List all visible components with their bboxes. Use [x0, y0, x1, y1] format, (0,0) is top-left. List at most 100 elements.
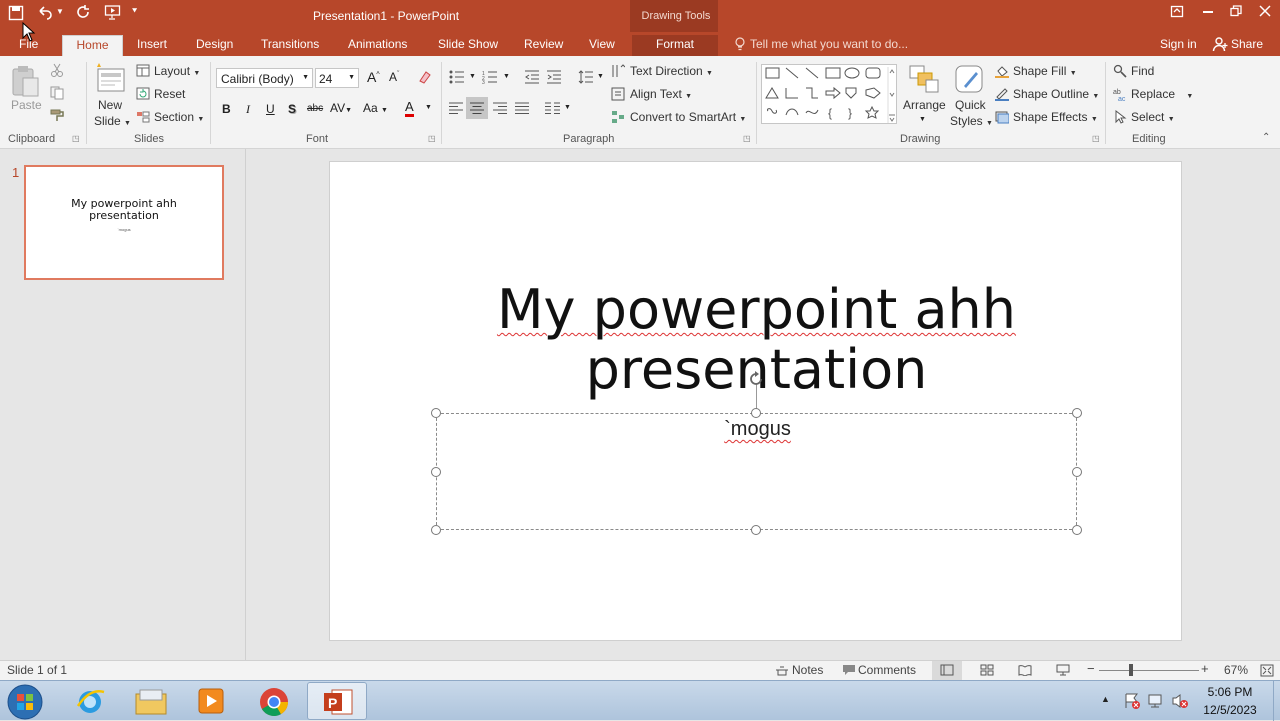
zoom-level[interactable]: 67% — [1224, 663, 1248, 677]
collapse-ribbon-icon[interactable]: ⌃ — [1262, 132, 1270, 143]
paste-button[interactable]: Paste — [11, 98, 42, 112]
bullets-icon[interactable] — [449, 70, 465, 84]
increase-indent-icon[interactable] — [546, 70, 562, 84]
text-shadow-button[interactable]: S — [288, 102, 296, 116]
copy-icon[interactable] — [50, 86, 66, 100]
columns-dropdown-icon[interactable]: ▼ — [564, 104, 571, 111]
line-spacing-dropdown-icon[interactable]: ▼ — [597, 73, 604, 80]
grow-font-icon[interactable]: A^ — [367, 69, 380, 85]
decrease-indent-icon[interactable] — [524, 70, 540, 84]
font-family-select[interactable]: Calibri (Body) ▼ — [216, 68, 313, 88]
zoom-out-button[interactable]: − — [1087, 661, 1095, 676]
show-desktop-button[interactable] — [1273, 681, 1280, 721]
resize-handle-bottom[interactable] — [751, 525, 761, 535]
arrange-button[interactable]: Arrange — [903, 98, 946, 112]
ribbon-display-options-icon[interactable] — [1170, 5, 1184, 19]
slide-show-view-icon[interactable] — [1056, 664, 1070, 676]
shape-effects-button[interactable]: Shape Effects ▼ — [1013, 110, 1098, 124]
file-explorer-icon[interactable] — [134, 686, 168, 716]
volume-muted-icon[interactable] — [1171, 692, 1189, 710]
sign-in-link[interactable]: Sign in — [1160, 37, 1197, 51]
align-right-icon[interactable] — [493, 102, 507, 114]
find-button[interactable]: Find — [1131, 64, 1154, 78]
resize-handle-top[interactable] — [751, 408, 761, 418]
resize-handle-bottom-right[interactable] — [1072, 525, 1082, 535]
slide-thumbnail[interactable]: My powerpoint ahh presentation `mogus — [24, 165, 224, 280]
new-slide-icon[interactable] — [95, 62, 127, 96]
tab-insert[interactable]: Insert — [131, 35, 173, 56]
bullets-dropdown-icon[interactable]: ▼ — [469, 73, 476, 80]
network-icon[interactable] — [1147, 692, 1165, 710]
zoom-slider[interactable] — [1099, 670, 1199, 671]
tab-view[interactable]: View — [583, 35, 621, 56]
clock-date[interactable]: 12/5/2023 — [1195, 703, 1265, 717]
align-center-button[interactable] — [466, 97, 488, 119]
columns-icon[interactable] — [545, 102, 561, 114]
resize-handle-right[interactable] — [1072, 467, 1082, 477]
font-family-dropdown-icon[interactable]: ▼ — [302, 74, 309, 81]
layout-button[interactable]: Layout ▼ — [154, 64, 200, 78]
chrome-icon[interactable] — [258, 686, 290, 718]
tab-format[interactable]: Format — [632, 35, 718, 56]
quick-styles-label-2[interactable]: Styles ▼ — [950, 114, 993, 128]
select-button[interactable]: Select ▼ — [1131, 110, 1175, 124]
quick-styles-icon[interactable] — [954, 64, 986, 94]
tab-animations[interactable]: Animations — [342, 35, 413, 56]
clipboard-launcher-icon[interactable]: ◳ — [72, 134, 80, 143]
media-player-icon[interactable] — [196, 686, 226, 716]
tab-slide-show[interactable]: Slide Show — [432, 35, 504, 56]
shrink-font-icon[interactable]: Aˇ — [389, 70, 399, 84]
align-left-icon[interactable] — [449, 102, 463, 114]
italic-button[interactable]: I — [246, 102, 250, 117]
start-button-icon[interactable] — [6, 683, 44, 721]
paste-icon[interactable] — [10, 64, 40, 98]
resize-handle-left[interactable] — [431, 467, 441, 477]
character-spacing-button[interactable]: AV▼ — [330, 101, 352, 115]
restore-button[interactable] — [1230, 5, 1242, 17]
reading-view-icon[interactable] — [1018, 664, 1032, 676]
underline-button[interactable]: U — [266, 102, 275, 116]
text-direction-button[interactable]: Text Direction ▼ — [630, 64, 713, 78]
arrange-dropdown-icon[interactable]: ▼ — [919, 116, 926, 123]
tab-design[interactable]: Design — [190, 35, 239, 56]
paragraph-launcher-icon[interactable]: ◳ — [743, 134, 751, 143]
section-button[interactable]: Section ▼ — [154, 110, 204, 124]
show-hidden-icons[interactable]: ▲ — [1101, 694, 1110, 704]
action-center-icon[interactable] — [1123, 692, 1141, 710]
align-text-button[interactable]: Align Text ▼ — [630, 87, 692, 101]
shape-fill-button[interactable]: Shape Fill ▼ — [1013, 64, 1077, 78]
subtitle-text[interactable]: `mogus — [437, 418, 1078, 441]
numbering-dropdown-icon[interactable]: ▼ — [503, 73, 510, 80]
font-launcher-icon[interactable]: ◳ — [428, 134, 436, 143]
font-size-dropdown-icon[interactable]: ▼ — [348, 74, 355, 81]
cut-icon[interactable] — [50, 63, 64, 77]
rotate-handle-icon[interactable] — [747, 370, 765, 388]
notes-button[interactable]: Notes — [792, 663, 823, 677]
subtitle-placeholder[interactable]: `mogus — [436, 413, 1077, 530]
resize-handle-top-left[interactable] — [431, 408, 441, 418]
line-spacing-icon[interactable] — [578, 70, 594, 84]
internet-explorer-icon[interactable] — [74, 686, 106, 716]
tab-transitions[interactable]: Transitions — [255, 35, 325, 56]
reset-button[interactable]: Reset — [154, 87, 185, 101]
resize-handle-top-right[interactable] — [1072, 408, 1082, 418]
new-slide-label-2[interactable]: Slide ▼ — [94, 114, 131, 128]
slide-sorter-icon[interactable] — [980, 664, 994, 676]
shapes-gallery[interactable]: {} — [761, 64, 897, 124]
bold-button[interactable]: B — [222, 102, 231, 116]
arrange-icon[interactable] — [908, 64, 940, 94]
change-case-button[interactable]: Aa ▼ — [363, 101, 388, 115]
replace-button[interactable]: Replace ▼ — [1131, 87, 1193, 101]
share-button[interactable]: Share — [1231, 37, 1263, 51]
justify-icon[interactable] — [515, 102, 529, 114]
drawing-launcher-icon[interactable]: ◳ — [1092, 134, 1100, 143]
resize-handle-bottom-left[interactable] — [431, 525, 441, 535]
quick-styles-label-1[interactable]: Quick — [955, 98, 986, 112]
clear-formatting-icon[interactable] — [417, 69, 433, 85]
clock-time[interactable]: 5:06 PM — [1195, 685, 1265, 699]
slide[interactable]: My powerpoint ahh presentation `mogus — [329, 161, 1182, 641]
zoom-in-button[interactable]: + — [1201, 661, 1209, 676]
font-color-dropdown-icon[interactable]: ▼ — [425, 104, 432, 111]
shape-outline-button[interactable]: Shape Outline ▼ — [1013, 87, 1099, 101]
close-button[interactable] — [1259, 5, 1271, 17]
